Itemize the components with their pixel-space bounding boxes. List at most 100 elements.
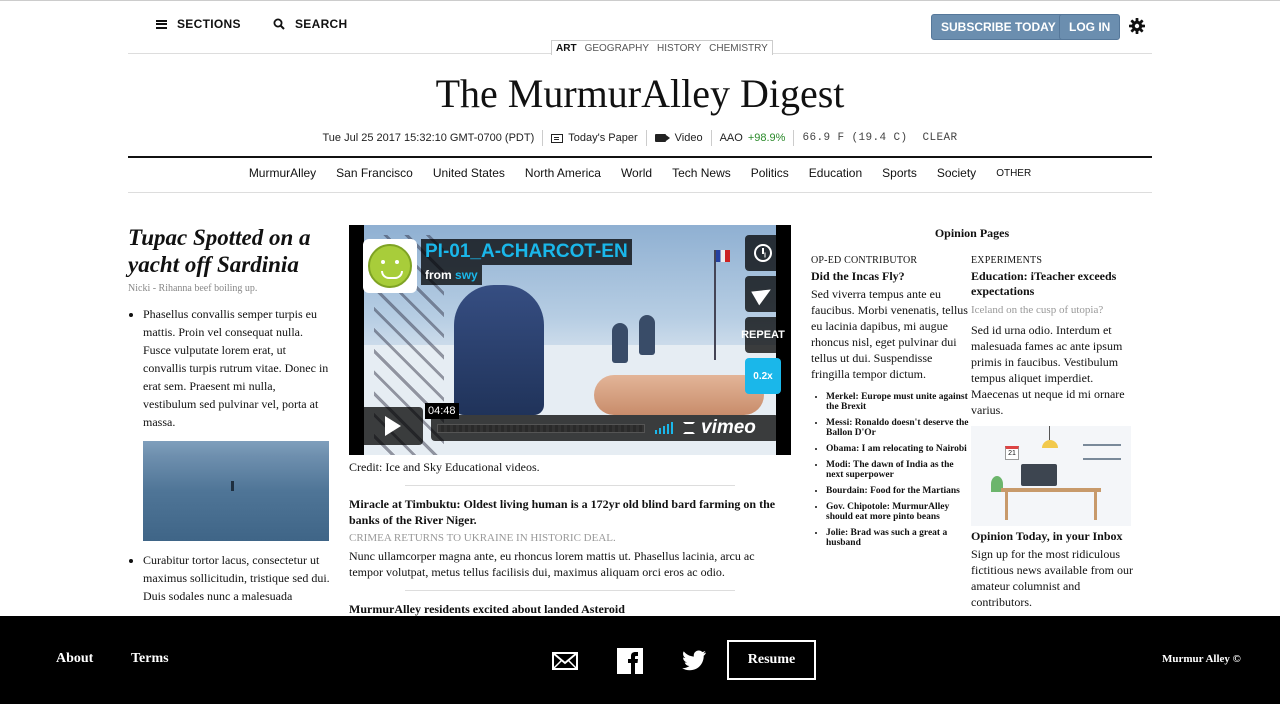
- office-illustration: 21: [971, 426, 1131, 526]
- ocean-photo: [143, 441, 329, 541]
- experiments-column: EXPERIMENTS Education: iTeacher exceeds …: [971, 255, 1133, 610]
- stock-ticker[interactable]: AAO +98.9%: [710, 130, 794, 146]
- subject-tab-chemistry[interactable]: CHEMISTRY: [709, 43, 768, 54]
- nav-item-tech-news[interactable]: Tech News: [672, 166, 731, 180]
- watch-later-button[interactable]: [745, 235, 781, 271]
- repeat-button[interactable]: REPEAT: [741, 317, 785, 353]
- experiments-subhead[interactable]: Iceland on the cusp of utopia?: [971, 304, 1133, 316]
- experiments-headline[interactable]: Education: iTeacher exceeds expectations: [971, 269, 1133, 299]
- info-bar: Tue Jul 25 2017 15:32:10 GMT-0700 (PDT) …: [128, 130, 1152, 146]
- todays-paper-link[interactable]: Today's Paper: [542, 130, 645, 146]
- resume-button[interactable]: Resume: [727, 640, 816, 680]
- list-item[interactable]: Messi: Ronaldo doesn't deserve the Ballo…: [826, 418, 971, 438]
- share-button[interactable]: [745, 276, 781, 312]
- left-column: Tupac Spotted on a yacht off Sardinia Ni…: [128, 224, 330, 615]
- list-item[interactable]: Modi: The dawn of India as the next supe…: [826, 460, 971, 480]
- lead-body: Phasellus convallis semper turpis eu mat…: [128, 305, 330, 431]
- nav-item-politics[interactable]: Politics: [751, 166, 789, 180]
- list-item[interactable]: Jolie: Brad was such a great a husband: [826, 528, 971, 548]
- list-item[interactable]: Gov. Chipotole: MurmurAlley should eat m…: [826, 502, 971, 522]
- list-item[interactable]: Merkel: Europe must unite against the Br…: [826, 392, 971, 412]
- login-button[interactable]: LOG IN: [1059, 14, 1121, 40]
- ticker-change: +98.9%: [747, 132, 786, 144]
- vimeo-logo[interactable]: vimeo: [701, 417, 756, 439]
- send-icon: [751, 282, 775, 306]
- video-player[interactable]: PI-01_A-CHARCOT-EN from swy REPEAT 0.2x …: [349, 225, 791, 455]
- subscribe-button[interactable]: SUBSCRIBE TODAY: [931, 14, 1066, 40]
- nav-item-san-francisco[interactable]: San Francisco: [336, 166, 413, 180]
- video-from-label: from: [425, 268, 452, 282]
- list-item[interactable]: Obama: I am relocating to Nairobi: [826, 444, 971, 454]
- smiley-icon: [368, 244, 412, 288]
- video-flagpole: [714, 250, 716, 360]
- nav-rule: [128, 192, 1152, 193]
- op-ed-headline[interactable]: Did the Incas Fly?: [811, 269, 971, 284]
- video-progress-bar[interactable]: [437, 423, 645, 433]
- lead-paragraph: Phasellus convallis semper turpis eu mat…: [143, 305, 330, 431]
- video-figure: [454, 285, 544, 415]
- nav-item-society[interactable]: Society: [937, 166, 976, 180]
- desk: [1001, 488, 1101, 492]
- mail-icon[interactable]: [552, 648, 578, 674]
- masthead-rule: [128, 156, 1152, 158]
- channel-avatar[interactable]: [363, 239, 417, 293]
- list-item[interactable]: Bourdain: Food for the Martians: [826, 486, 971, 496]
- nav-item-education[interactable]: Education: [809, 166, 862, 180]
- opinion-columns: OP-ED CONTRIBUTOR Did the Incas Fly? Sed…: [811, 255, 1133, 610]
- masthead-title[interactable]: The MurmurAlley Digest: [0, 70, 1280, 117]
- op-ed-body: Sed viverra tempus ante eu faucibus. Mor…: [811, 287, 968, 381]
- story-headline[interactable]: MurmurAlley residents excited about land…: [349, 601, 791, 617]
- monitor-icon: [1021, 464, 1057, 486]
- opinion-heading[interactable]: Opinion Pages: [811, 226, 1133, 241]
- newsletter-body: Sign up for the most ridiculous fictitio…: [971, 547, 1133, 609]
- shelf: [1083, 444, 1121, 446]
- nav-item-north-america[interactable]: North America: [525, 166, 601, 180]
- about-link[interactable]: About: [56, 651, 93, 667]
- search-button[interactable]: SEARCH: [273, 17, 347, 31]
- story-headline[interactable]: Miracle at Timbuktu: Oldest living human…: [349, 496, 791, 528]
- video-title[interactable]: PI-01_A-CHARCOT-EN: [421, 239, 632, 265]
- subject-tab-geography[interactable]: GEOGRAPHY: [585, 43, 649, 54]
- nav-item-united-states[interactable]: United States: [433, 166, 505, 180]
- video-controls: vimeo: [431, 415, 779, 441]
- desk-leg: [1094, 492, 1097, 520]
- speed-button[interactable]: 0.2x: [745, 358, 781, 394]
- video-link[interactable]: Video: [645, 130, 711, 146]
- lead-paragraph: Curabitur tortor lacus, consectetur ut m…: [143, 551, 330, 605]
- nav-item-sports[interactable]: Sports: [882, 166, 917, 180]
- experiments-kicker: EXPERIMENTS: [971, 255, 1043, 266]
- video-author[interactable]: from swy: [421, 265, 482, 285]
- op-ed-kicker: OP-ED CONTRIBUTOR: [811, 255, 918, 266]
- todays-paper-label: Today's Paper: [568, 132, 638, 144]
- menu-icon: [156, 19, 167, 29]
- search-label: SEARCH: [295, 17, 348, 31]
- date-time-text: Tue Jul 25 2017 15:32:10 GMT-0700 (PDT): [322, 132, 535, 144]
- story-body: Nunc ullamcorper magna ante, eu rhoncus …: [349, 549, 755, 579]
- video-figure: [639, 315, 655, 355]
- subject-tab-history[interactable]: HISTORY: [657, 43, 701, 54]
- nav-item-other[interactable]: OTHER: [996, 166, 1031, 180]
- terms-link[interactable]: Terms: [131, 651, 169, 667]
- nav-item-murmuralley[interactable]: MurmurAlley: [249, 166, 316, 180]
- facebook-icon[interactable]: [617, 648, 643, 674]
- newsletter-headline[interactable]: Opinion Today, in your Inbox: [971, 529, 1133, 544]
- subject-tab-art[interactable]: ART: [556, 43, 577, 54]
- sections-button[interactable]: SECTIONS: [156, 17, 241, 31]
- video-camera-icon: [654, 134, 670, 142]
- volume-icon[interactable]: [655, 422, 673, 434]
- twitter-icon[interactable]: [682, 648, 708, 674]
- experiments-body: Sed id urna odio. Interdum et malesuada …: [971, 323, 1125, 417]
- divider: [405, 485, 735, 486]
- play-button[interactable]: [359, 407, 423, 445]
- nav-item-world[interactable]: World: [621, 166, 652, 180]
- video-time: 04:48: [425, 403, 459, 419]
- video-credit: Credit: Ice and Sky Educational videos.: [349, 460, 540, 474]
- lead-headline[interactable]: Tupac Spotted on a yacht off Sardinia: [128, 224, 330, 278]
- desk-leg: [1005, 492, 1008, 520]
- gear-icon[interactable]: [1128, 17, 1146, 35]
- video-label: Video: [674, 132, 703, 144]
- story-kicker[interactable]: CRIMEA RETURNS TO UKRAINE IN HISTORIC DE…: [349, 532, 791, 544]
- fullscreen-icon[interactable]: [683, 422, 695, 434]
- sections-label: SECTIONS: [177, 17, 241, 31]
- lead-body-continued: Curabitur tortor lacus, consectetur ut m…: [128, 551, 330, 605]
